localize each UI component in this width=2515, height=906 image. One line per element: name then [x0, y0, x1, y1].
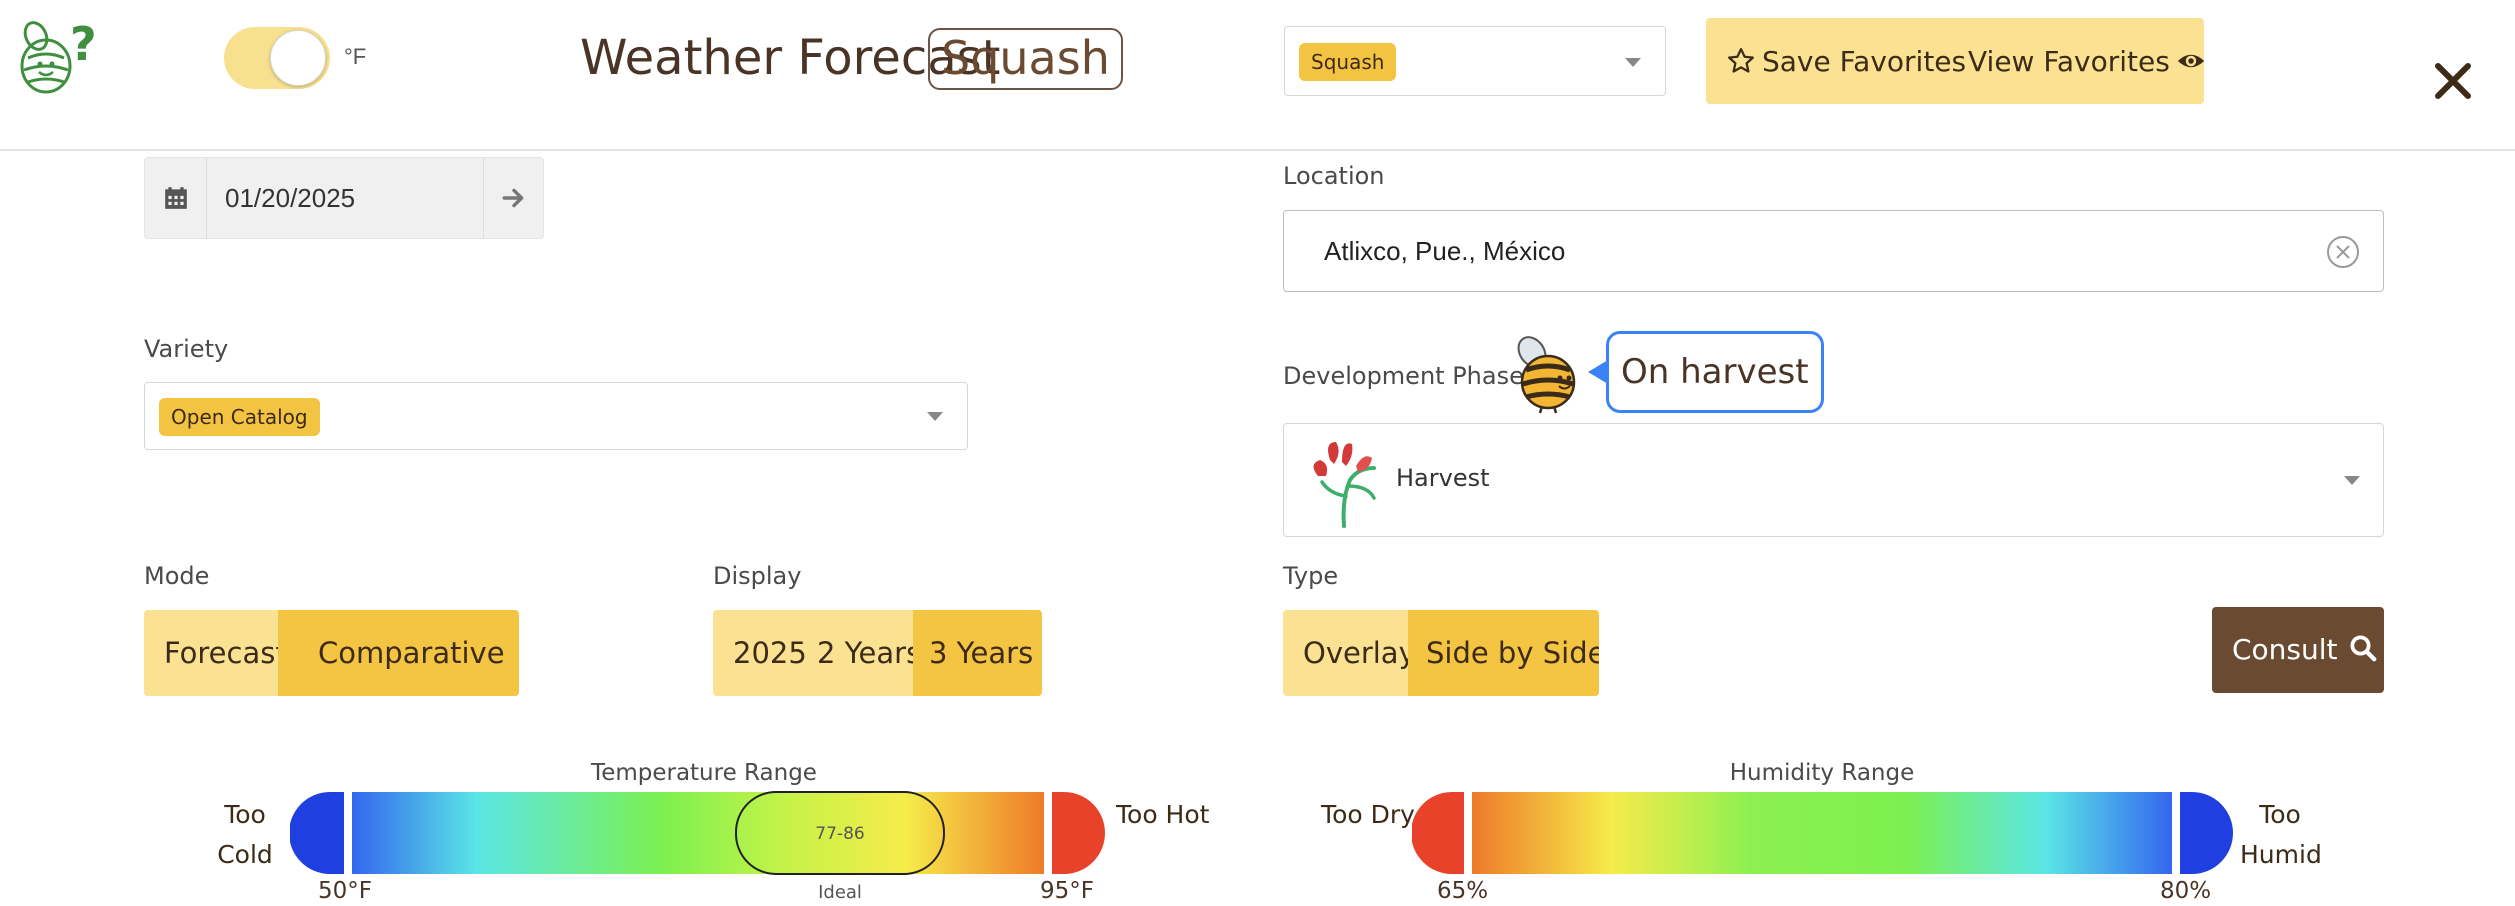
too-dry-zone: [1412, 792, 1464, 874]
crop-select-chip: Squash: [1299, 43, 1397, 81]
display-toggle-group: 2025 2 Years 3 Years: [713, 610, 1042, 696]
bee-mascot-icon: [1517, 336, 1576, 414]
display-3-years-option[interactable]: 3 Years: [913, 610, 1042, 696]
development-phase-label: Development Phase: [1283, 362, 1524, 390]
speech-bubble-tip: [1588, 360, 1608, 384]
display-2025-option[interactable]: 2025: [713, 610, 809, 696]
humidity-range-title: Humidity Range: [1729, 760, 1915, 786]
ideal-label: Ideal: [818, 882, 862, 903]
date-input[interactable]: 01/20/2025: [207, 158, 483, 238]
star-outline-icon: [1728, 48, 1754, 73]
too-hot-label: Too Hot: [1116, 800, 1210, 829]
mode-comparative-option[interactable]: Comparative: [278, 610, 519, 696]
ideal-range-value: 77-86: [815, 824, 865, 844]
display-2-years-option[interactable]: 2 Years: [809, 610, 921, 696]
variety-label: Variety: [144, 335, 229, 363]
temperature-range-bar: [290, 791, 1105, 875]
next-date-button[interactable]: [483, 158, 543, 238]
close-icon[interactable]: [2432, 60, 2474, 102]
humidity-range-bar: [1412, 792, 2233, 874]
date-picker: 01/20/2025: [144, 157, 544, 239]
arrow-right-icon: [502, 188, 523, 208]
too-cold-zone: [290, 792, 344, 874]
humidity-max-label: 80%: [2160, 878, 2212, 904]
too-humid-label: Too Humid: [2240, 800, 2322, 869]
type-toggle-group: Overlay Side by Side: [1283, 610, 1599, 696]
calendar-icon: [164, 187, 187, 209]
top-bar: ? °F Weather Forecast Squash Squash Save…: [0, 0, 2515, 151]
view-favorites-button[interactable]: View Favorites: [1968, 18, 2206, 104]
temperature-max-label: 95°F: [1040, 878, 1094, 904]
svg-text:?: ?: [70, 18, 97, 71]
too-humid-zone: [2180, 792, 2233, 874]
unit-label: °F: [344, 44, 367, 69]
clear-circle-icon[interactable]: [2325, 234, 2361, 270]
eye-icon: [2177, 54, 2204, 68]
crop-select[interactable]: Squash: [1284, 26, 1666, 96]
consult-label: Consult: [2232, 633, 2338, 666]
too-dry-label: Too Dry: [1321, 800, 1415, 829]
too-hot-zone: [1052, 792, 1105, 874]
temperature-unit-toggle[interactable]: [224, 27, 330, 89]
development-phase-select[interactable]: Harvest: [1283, 423, 2384, 537]
humidity-gradient: [1472, 792, 2172, 874]
location-label: Location: [1283, 162, 1385, 190]
favorites-button-group: Save Favorites View Favorites: [1706, 18, 2204, 104]
chevron-down-icon: [2344, 476, 2360, 485]
flower-icon: [1313, 442, 1376, 528]
chevron-down-icon: [1625, 58, 1641, 67]
location-value: Atlixco, Pue., México: [1324, 236, 1566, 266]
search-icon: [2350, 635, 2377, 662]
variety-chip: Open Catalog: [159, 398, 320, 436]
crop-badge: Squash: [928, 28, 1123, 90]
consult-button[interactable]: Consult: [2212, 607, 2384, 693]
type-label: Type: [1283, 562, 1339, 590]
type-overlay-option[interactable]: Overlay: [1283, 610, 1416, 696]
toggle-knob: [270, 30, 326, 86]
save-favorites-button[interactable]: Save Favorites: [1726, 18, 1966, 104]
type-side-by-side-option[interactable]: Side by Side: [1408, 610, 1599, 696]
temperature-range-title: Temperature Range: [591, 760, 817, 786]
phase-speech-bubble: On harvest: [1606, 331, 1824, 413]
variety-select[interactable]: Open Catalog: [144, 382, 968, 450]
calendar-button[interactable]: [145, 158, 207, 238]
development-phase-value: Harvest: [1396, 464, 1490, 492]
display-label: Display: [713, 562, 802, 590]
humidity-min-label: 65%: [1437, 878, 1489, 904]
temperature-min-label: 50°F: [318, 878, 372, 904]
mode-label: Mode: [144, 562, 210, 590]
temperature-gradient: [352, 792, 1044, 874]
view-favorites-label: View Favorites: [1968, 44, 2170, 78]
bee-help-logo-icon[interactable]: ?: [14, 18, 104, 98]
save-favorites-label: Save Favorites: [1762, 44, 1967, 78]
too-cold-label: Too Cold: [217, 800, 273, 869]
location-input[interactable]: Atlixco, Pue., México: [1283, 210, 2384, 292]
mode-toggle-group: Forecast Comparative: [144, 610, 519, 696]
chevron-down-icon: [927, 412, 943, 421]
mode-forecast-option[interactable]: Forecast: [144, 610, 287, 696]
